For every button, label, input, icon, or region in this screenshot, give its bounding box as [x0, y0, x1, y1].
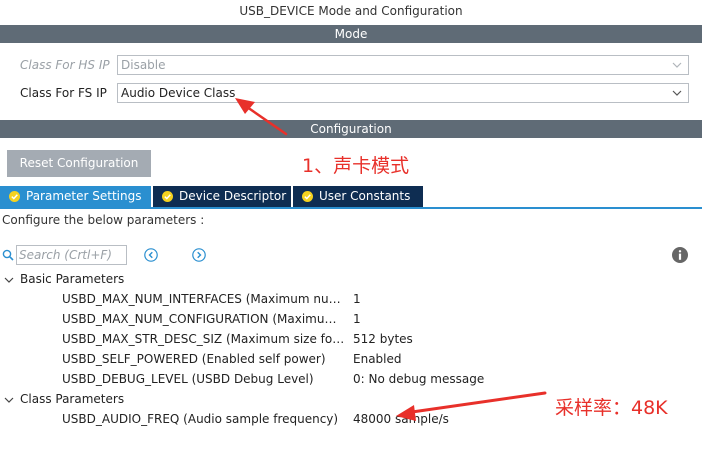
chevron-down-icon[interactable]: [672, 85, 682, 101]
fs-ip-select[interactable]: Audio Device Class: [117, 83, 689, 103]
param-max-str-desc-siz[interactable]: USBD_MAX_STR_DESC_SIZ (Maximum size for …: [62, 332, 348, 346]
tab-parameter-settings[interactable]: Parameter Settings: [0, 186, 151, 207]
fs-ip-value: Audio Device Class: [121, 86, 236, 100]
check-circle-icon: [302, 191, 313, 202]
hs-ip-label: Class For HS IP: [20, 58, 110, 72]
mode-annotation-text: 1、声卡模式: [302, 155, 410, 177]
configure-instructions: Configure the below parameters :: [2, 213, 205, 227]
fs-ip-label: Class For FS IP: [20, 86, 107, 100]
tab-user-constants[interactable]: User Constants: [293, 186, 423, 207]
hs-ip-value: Disable: [121, 58, 166, 72]
window-title: USB_DEVICE Mode and Configuration: [239, 4, 463, 18]
tab-underline: [0, 207, 702, 209]
param-max-num-configuration-value[interactable]: 1: [353, 312, 361, 326]
chevron-right-circle-icon[interactable]: [192, 248, 206, 262]
param-max-str-desc-siz-value[interactable]: 512 bytes: [353, 332, 413, 346]
chevron-left-circle-icon[interactable]: [144, 248, 158, 262]
reset-configuration-button[interactable]: Reset Configuration: [7, 150, 151, 177]
check-circle-icon: [162, 191, 173, 202]
param-debug-level[interactable]: USBD_DEBUG_LEVEL (USBD Debug Level): [62, 372, 348, 386]
freq-annotation-text: 采样率：48K: [555, 397, 668, 419]
chevron-down-icon[interactable]: [4, 395, 14, 405]
tab-label: Device Descriptor: [179, 189, 287, 203]
param-max-num-interfaces-value[interactable]: 1: [353, 292, 361, 306]
param-max-num-interfaces[interactable]: USBD_MAX_NUM_INTERFACES (Maximum number …: [62, 292, 348, 306]
tab-device-descriptor[interactable]: Device Descriptor: [153, 186, 291, 207]
param-self-powered-value[interactable]: Enabled: [353, 352, 402, 366]
freq-annotation-arrow: [410, 391, 547, 414]
param-audio-freq[interactable]: USBD_AUDIO_FREQ (Audio sample frequency): [62, 412, 348, 426]
param-self-powered[interactable]: USBD_SELF_POWERED (Enabled self power): [62, 352, 348, 366]
search-icon: [2, 249, 14, 261]
tab-label: User Constants: [319, 189, 411, 203]
param-max-num-configuration[interactable]: USBD_MAX_NUM_CONFIGURATION (Maximum numb…: [62, 312, 348, 326]
search-input[interactable]: [16, 245, 127, 265]
info-icon[interactable]: [672, 247, 688, 263]
param-debug-level-value[interactable]: 0: No debug message: [353, 372, 484, 386]
mode-section-header: Mode: [0, 25, 702, 43]
param-audio-freq-value[interactable]: 48000 sample/s: [353, 412, 449, 426]
hs-ip-select: Disable: [117, 55, 689, 75]
check-circle-icon: [9, 191, 20, 202]
chevron-down-icon[interactable]: [4, 275, 14, 285]
chevron-down-icon: [672, 62, 682, 68]
configuration-section-header: Configuration: [0, 120, 702, 138]
class-parameters-group[interactable]: Class Parameters: [20, 392, 124, 406]
tab-label: Parameter Settings: [26, 189, 142, 203]
basic-parameters-group[interactable]: Basic Parameters: [20, 272, 124, 286]
